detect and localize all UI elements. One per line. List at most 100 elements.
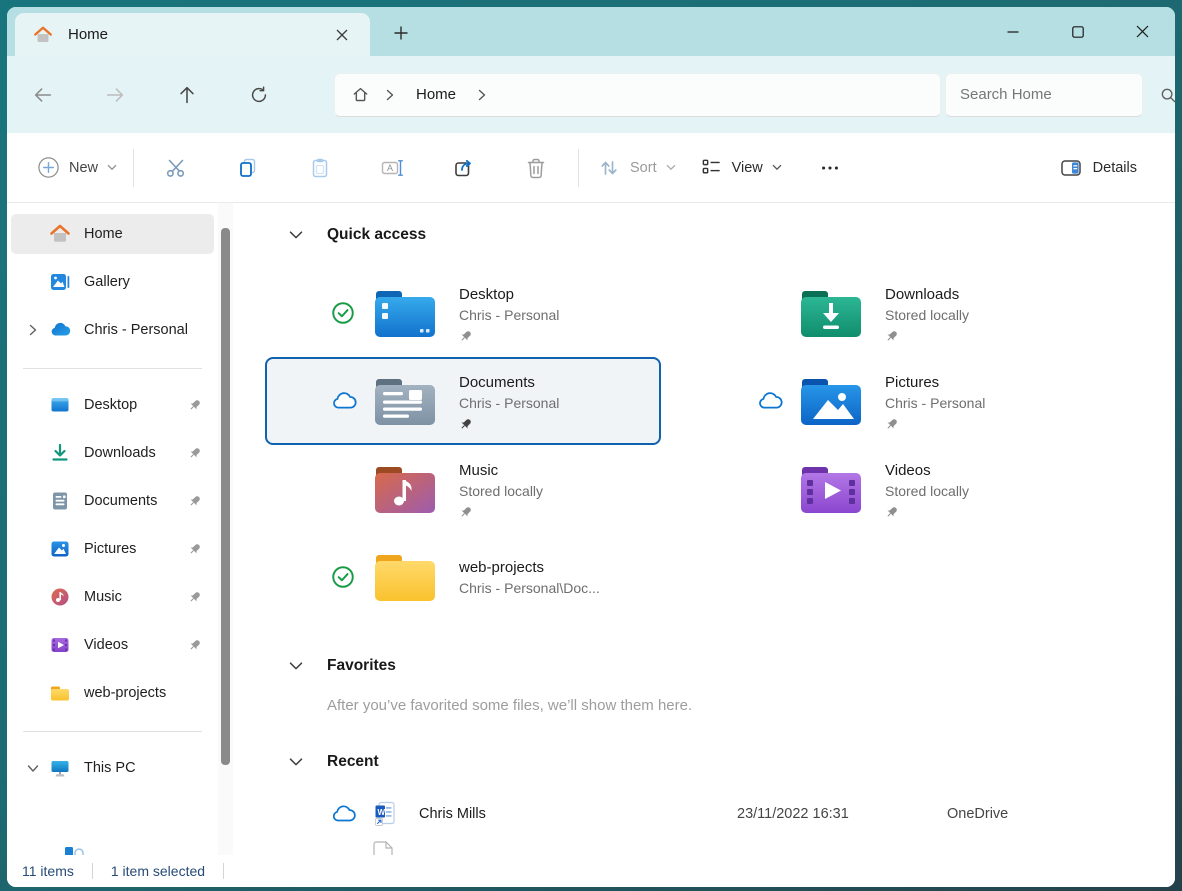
favorites-empty-message: After you’ve favorited some files, we’ll… [233,697,1175,714]
tile-name: Videos [885,460,969,481]
tab-close-icon[interactable] [328,21,356,49]
tile-web-projects[interactable]: web-projects Chris - Personal\Doc... [265,533,661,621]
sidebar-item-documents[interactable]: Documents [11,481,214,521]
new-button[interactable]: New [33,150,127,185]
chevron-down-icon[interactable] [289,758,303,766]
search-icon[interactable] [1159,86,1175,104]
pin-icon [459,329,559,343]
recent-file-date: 23/11/2022 16:31 [737,806,947,822]
pin-icon [188,398,202,412]
documents-folder-icon [373,375,437,427]
tile-name: Downloads [885,284,969,305]
maximize-button[interactable] [1045,7,1110,56]
back-icon [32,84,54,106]
sidebar-label: Chris - Personal [84,322,188,338]
navigation-bar: Home [7,56,1175,133]
sidebar-item-home[interactable]: Home [11,214,214,254]
sidebar-item-music[interactable]: Music [11,577,214,617]
view-button[interactable]: View [688,148,794,187]
address-bar[interactable]: Home [334,73,941,117]
view-icon [700,156,723,179]
forward-button[interactable] [93,73,137,117]
sidebar-item-downloads[interactable]: Downloads [11,433,214,473]
videos-icon [49,634,71,656]
rename-icon: A [380,156,404,180]
copy-button[interactable] [226,146,270,190]
search-input[interactable] [960,86,1159,103]
cloud-icon [330,804,356,824]
tile-desktop[interactable]: Desktop Chris - Personal [265,269,661,357]
tab-label: Home [68,26,108,43]
tile-subtitle: Stored locally [885,305,969,325]
sidebar-item-onedrive[interactable]: Chris - Personal [11,310,214,350]
chevron-right-icon[interactable] [478,89,486,101]
desktop-folder-icon [373,287,437,339]
back-button[interactable] [21,73,65,117]
this-pc-icon [49,757,71,779]
cut-icon [164,156,188,180]
tile-name: web-projects [459,557,600,578]
sidebar-label: Home [84,226,123,242]
sidebar-item-pictures[interactable]: Pictures [11,529,214,569]
tile-music[interactable]: Music Stored locally [265,445,661,533]
tile-downloads[interactable]: Downloads Stored locally [691,269,1087,357]
cloud-icon [755,391,783,411]
word-doc-icon: W [373,801,399,827]
sort-button[interactable]: Sort [585,148,688,188]
sidebar-label: web-projects [84,685,166,701]
pin-icon [885,417,985,431]
chevron-down-icon[interactable] [289,662,303,670]
minimize-button[interactable] [980,7,1045,56]
recent-file-location: OneDrive [947,806,1008,822]
chevron-right-icon[interactable] [386,89,394,101]
onedrive-icon [49,319,71,341]
tile-videos[interactable]: Videos Stored locally [691,445,1087,533]
refresh-icon [248,84,270,106]
chevron-down-icon [107,164,117,171]
paste-button[interactable] [298,146,342,190]
cut-button[interactable] [154,146,198,190]
more-button[interactable] [808,146,852,190]
chevron-down-icon[interactable] [17,764,49,773]
delete-button[interactable] [514,146,558,190]
recent-file-row[interactable]: W Chris Mills 23/11/2022 16:31 OneDrive [233,794,1175,834]
tile-name: Pictures [885,372,985,393]
breadcrumb-home[interactable]: Home [416,86,456,103]
close-button[interactable] [1110,7,1175,56]
sidebar-divider [23,731,202,732]
sidebar-item-gallery[interactable]: Gallery [11,262,214,302]
up-button[interactable] [165,73,209,117]
section-title: Recent [327,753,379,771]
scrollbar-thumb[interactable] [221,228,230,765]
chevron-down-icon[interactable] [289,231,303,239]
share-button[interactable] [442,146,486,190]
sidebar-scrollbar[interactable] [218,203,233,855]
pictures-folder-icon [799,375,863,427]
documents-icon [49,490,71,512]
svg-text:W: W [378,808,386,817]
sidebar-item-videos[interactable]: Videos [11,625,214,665]
section-favorites-header[interactable]: Favorites [233,654,1175,678]
chevron-right-icon[interactable] [17,324,49,336]
sidebar-item-desktop[interactable]: Desktop [11,385,214,425]
view-label: View [732,160,763,176]
tab-home[interactable]: Home [15,13,370,56]
home-icon[interactable] [351,85,370,104]
rename-button[interactable]: A [370,146,414,190]
section-recent-header[interactable]: Recent [233,750,1175,774]
refresh-button[interactable] [237,73,281,117]
details-button[interactable]: Details [1047,148,1149,188]
downloads-folder-icon [799,287,863,339]
paste-icon [308,156,332,180]
new-tab-button[interactable] [384,16,418,50]
section-title: Quick access [327,226,426,244]
section-quick-access-header[interactable]: Quick access [233,223,1175,247]
tile-pictures[interactable]: Pictures Chris - Personal [691,357,1087,445]
sidebar-item-this-pc[interactable]: This PC [11,748,214,788]
tile-documents[interactable]: Documents Chris - Personal [265,357,661,445]
status-divider [223,863,224,879]
recent-file-name: Chris Mills [419,806,737,822]
sidebar-item-web-projects[interactable]: web-projects [11,673,214,713]
pictures-icon [49,538,71,560]
search-box [945,73,1143,117]
